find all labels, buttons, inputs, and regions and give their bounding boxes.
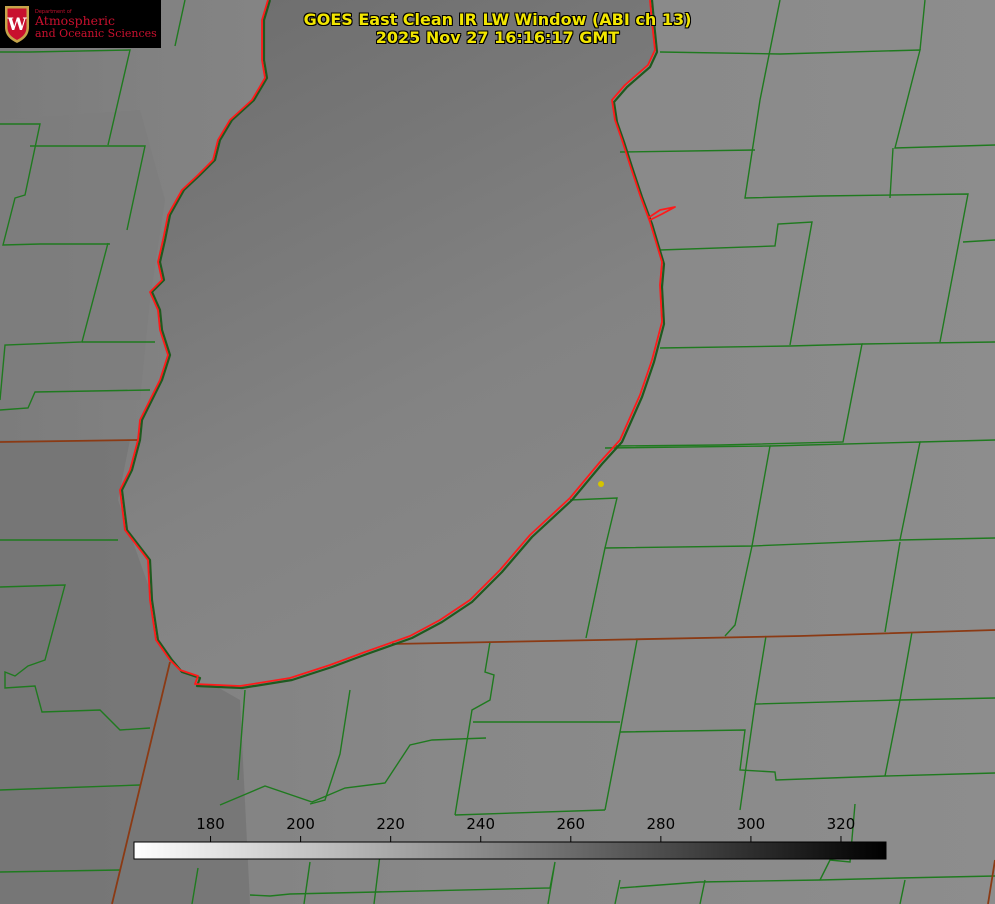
colorbar-tick-label: 280: [646, 815, 676, 833]
colorbar-tick-label: 180: [196, 815, 225, 833]
satellite-map[interactable]: [0, 0, 995, 904]
department-logo: W Department of Atmospheric and Oceanic …: [0, 0, 161, 48]
location-marker[interactable]: [598, 481, 604, 487]
colorbar-tick-label: 240: [466, 815, 496, 833]
colorbar-tick-label: 200: [286, 815, 315, 833]
logo-name-line1: Atmospheric: [35, 13, 116, 28]
satellite-viewer: GOES East Clean IR LW Window (ABI ch 13)…: [0, 0, 995, 904]
colorbar-tick-label: 320: [826, 815, 856, 833]
cold-cloud-north: [0, 110, 165, 400]
colorbar-tick-label: 220: [376, 815, 405, 833]
colorbar-tick-label: 300: [736, 815, 766, 833]
colorbar-gradient-bar: [133, 841, 887, 860]
logo-name-line2: and Oceanic Sciences: [35, 27, 157, 40]
crest-letter: W: [6, 15, 27, 35]
colorbar-tick-label: 260: [556, 815, 586, 833]
uw-crest-icon: W: [5, 6, 29, 43]
